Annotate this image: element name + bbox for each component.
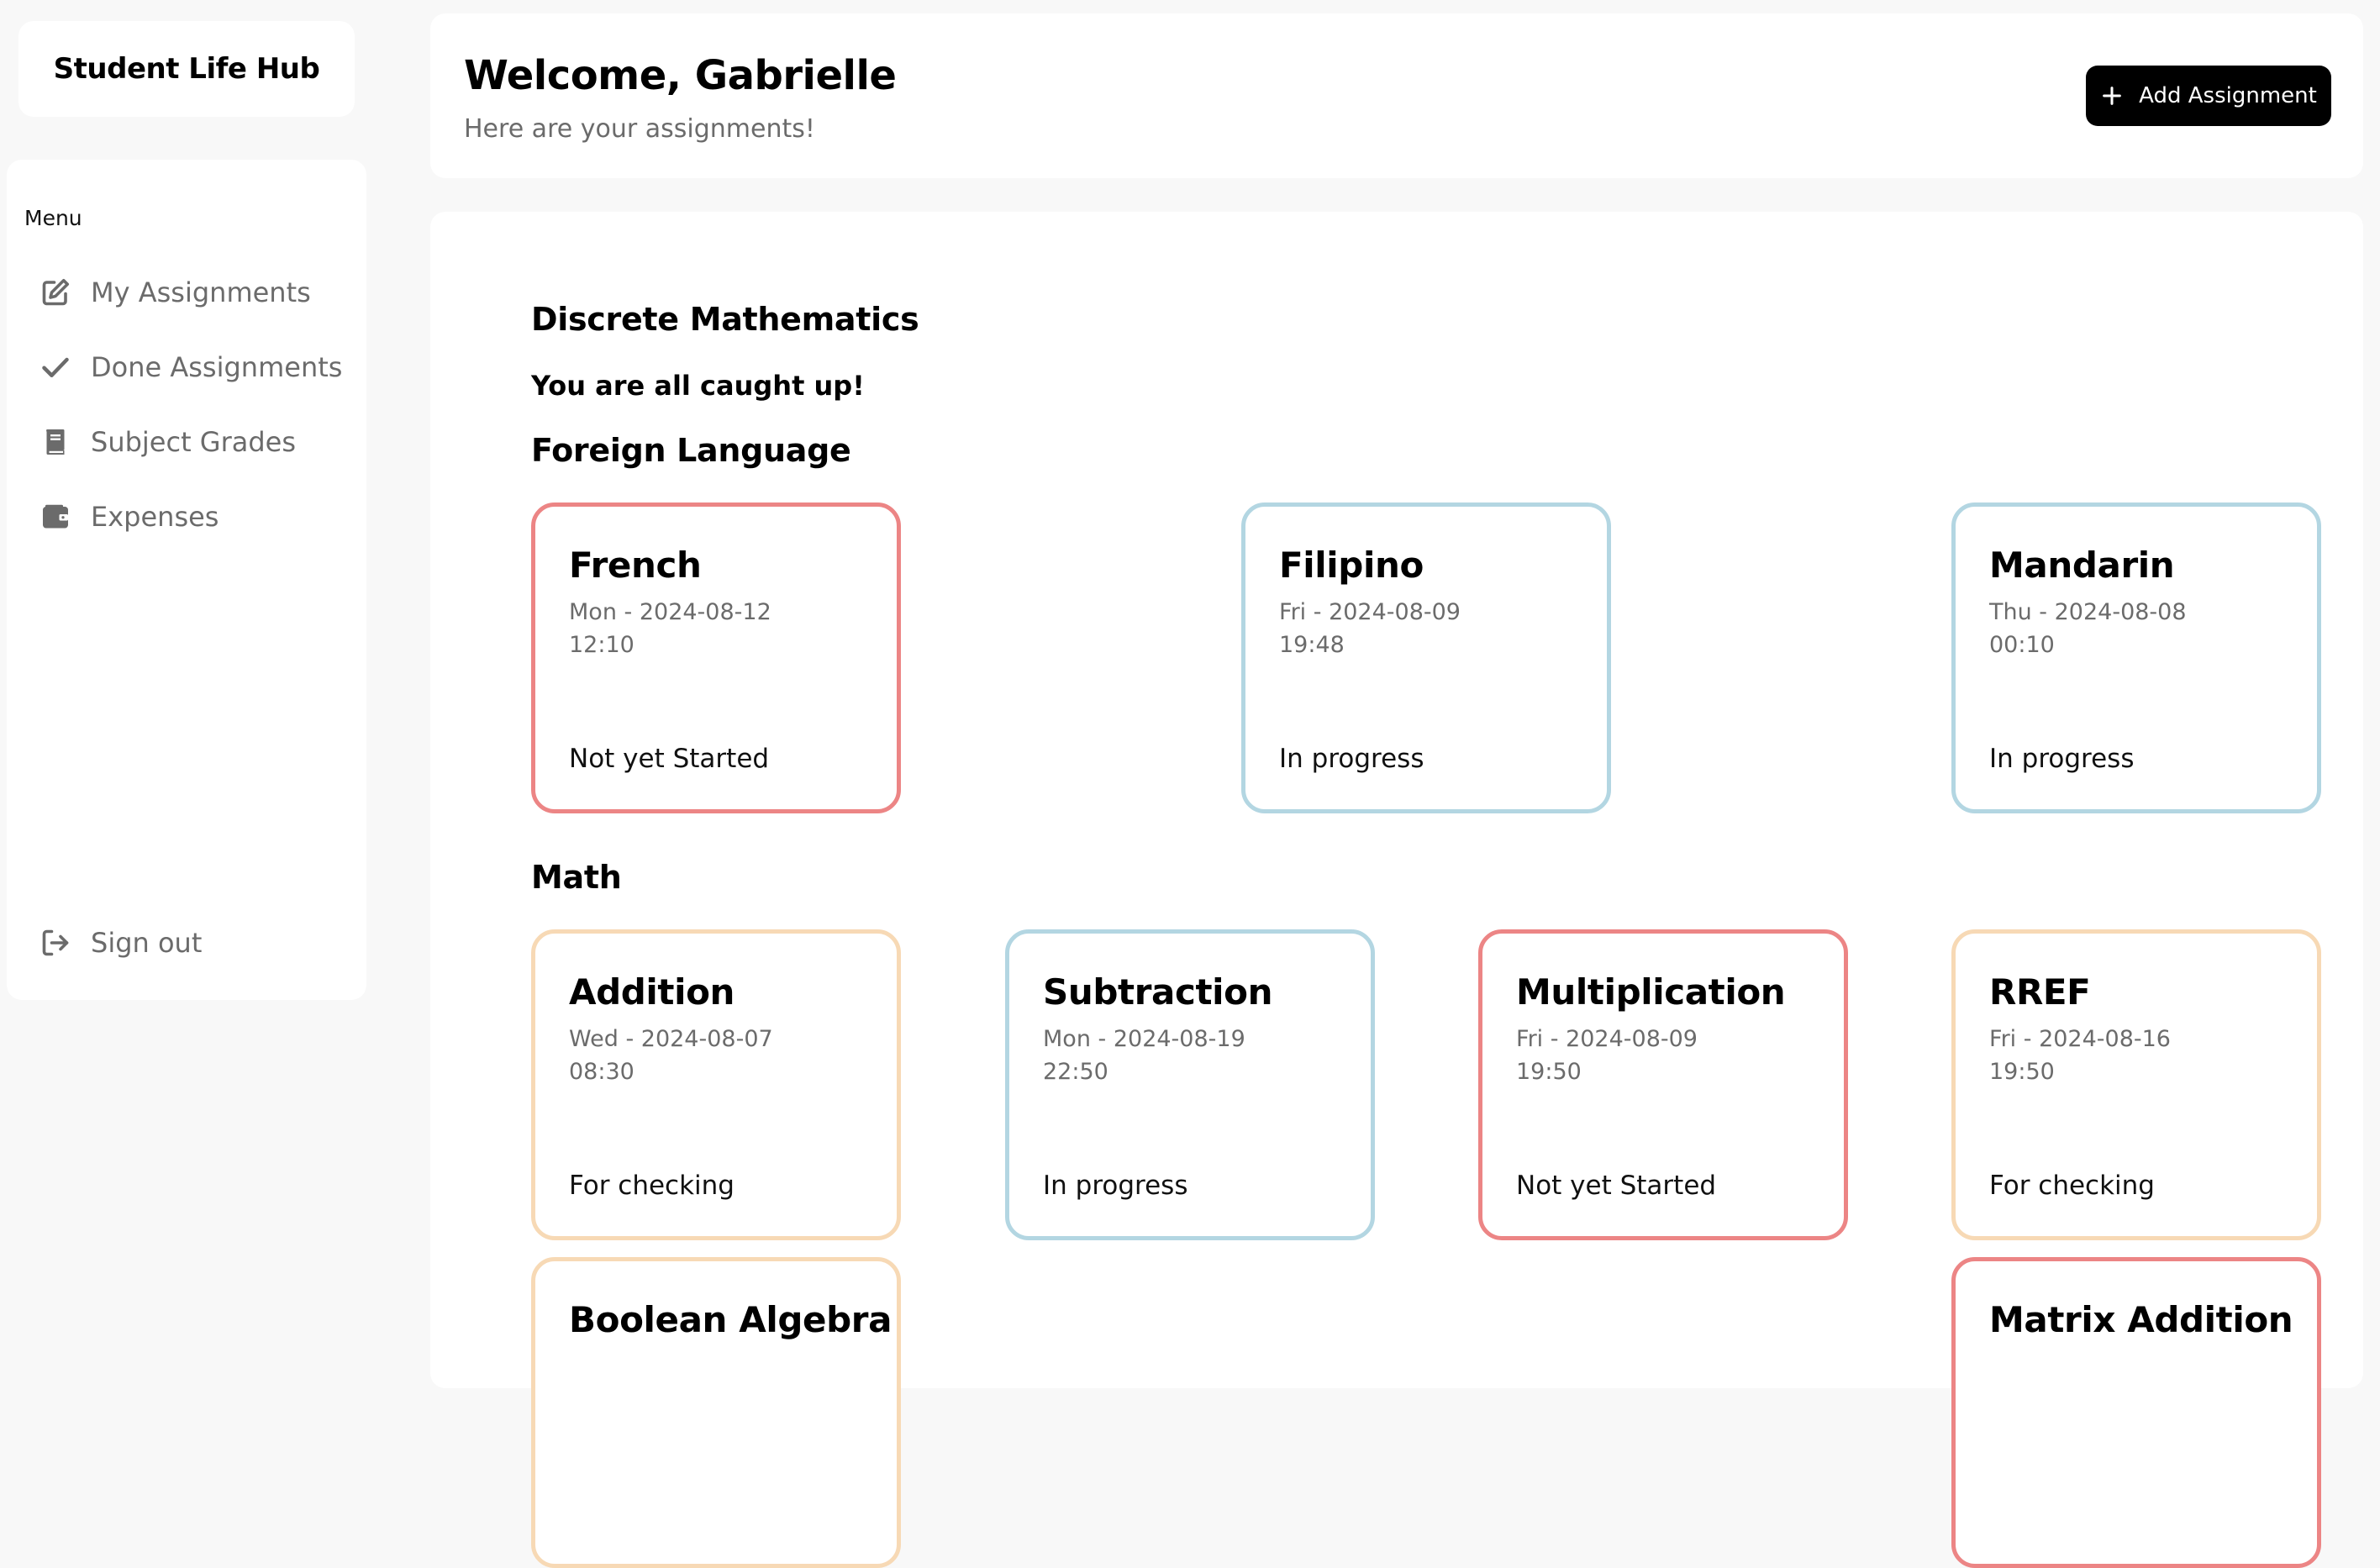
sidebar-item-done-assignments[interactable]: Done Assignments	[40, 342, 342, 392]
sidebar-item-subject-grades[interactable]: Subject Grades	[40, 417, 296, 467]
assignment-date: Mon - 2024-08-12	[569, 599, 771, 625]
assignment-time: 22:50	[1043, 1059, 1108, 1085]
page-title: Welcome, Gabrielle	[464, 52, 897, 99]
assignment-title: Multiplication	[1516, 971, 1786, 1013]
subject-title: Math	[531, 859, 622, 896]
assignment-card[interactable]: Filipino Fri - 2024-08-09 19:48 In progr…	[1241, 502, 1611, 813]
add-assignment-label: Add Assignment	[2139, 83, 2317, 108]
assignment-time: 12:10	[569, 632, 634, 658]
sidebar-item-label: Subject Grades	[91, 426, 297, 458]
assignment-status: In progress	[1279, 744, 1424, 774]
subject-title: Discrete Mathematics	[531, 301, 919, 338]
assignment-due: Fri - 2024-08-09 19:50	[1516, 1023, 1819, 1088]
assignment-card[interactable]: Boolean Algebra	[531, 1257, 901, 1568]
assignment-due: Fri - 2024-08-09 19:48	[1279, 596, 1582, 661]
sidebar-item-expenses[interactable]: Expenses	[40, 492, 219, 542]
assignment-date: Fri - 2024-08-09	[1279, 599, 1461, 625]
app-title: Student Life Hub	[18, 21, 355, 117]
menu-label: Menu	[24, 206, 82, 230]
assignments-panel: Discrete Mathematics You are all caught …	[430, 212, 2363, 1568]
assignment-title: Mandarin	[1989, 545, 2175, 586]
assignment-title: Boolean Algebra	[569, 1299, 893, 1340]
sidebar-item-label: Expenses	[91, 501, 219, 533]
assignment-date: Fri - 2024-08-16	[1989, 1026, 2171, 1052]
sidebar-item-label: My Assignments	[91, 276, 311, 308]
assignment-due: Mon - 2024-08-19 22:50	[1043, 1023, 1345, 1088]
sidebar: Menu My Assignments Done Assignments Sub…	[7, 160, 366, 1000]
assignment-status: In progress	[1989, 744, 2135, 774]
empty-message: You are all caught up!	[531, 370, 865, 402]
sign-out-button[interactable]: Sign out	[40, 918, 202, 968]
assignment-title: Matrix Addition	[1989, 1299, 2293, 1340]
assignment-status: Not yet Started	[569, 744, 770, 774]
assignment-due: Thu - 2024-08-08 00:10	[1989, 596, 2292, 661]
assignment-time: 08:30	[569, 1059, 634, 1085]
sidebar-item-my-assignments[interactable]: My Assignments	[40, 267, 311, 318]
assignment-time: 19:50	[1989, 1059, 2055, 1085]
assignment-title: French	[569, 545, 702, 586]
assignment-date: Wed - 2024-08-07	[569, 1026, 773, 1052]
assignment-status: For checking	[1989, 1171, 2155, 1201]
assignment-card[interactable]: French Mon - 2024-08-12 12:10 Not yet St…	[531, 502, 901, 813]
plus-icon	[2103, 87, 2122, 105]
assignment-due: Wed - 2024-08-07 08:30	[569, 1023, 871, 1088]
sidebar-item-label: Done Assignments	[91, 351, 343, 383]
assignment-card[interactable]: Mandarin Thu - 2024-08-08 00:10 In progr…	[1951, 502, 2321, 813]
assignment-title: Filipino	[1279, 545, 1424, 586]
wallet-icon	[43, 504, 68, 529]
assignment-date: Fri - 2024-08-09	[1516, 1026, 1698, 1052]
assignment-due: Mon - 2024-08-12 12:10	[569, 596, 871, 661]
assignment-title: Addition	[569, 971, 735, 1013]
assignment-card[interactable]: Multiplication Fri - 2024-08-09 19:50 No…	[1478, 929, 1848, 1240]
assignment-time: 19:48	[1279, 632, 1345, 658]
book-icon	[46, 429, 65, 455]
assignment-card[interactable]: Addition Wed - 2024-08-07 08:30 For chec…	[531, 929, 901, 1240]
page-subtitle: Here are your assignments!	[464, 114, 815, 144]
subject-title: Foreign Language	[531, 432, 851, 469]
sign-out-icon	[42, 929, 69, 956]
sign-out-label: Sign out	[91, 927, 203, 959]
page-header: Welcome, Gabrielle Here are your assignm…	[430, 13, 2363, 178]
assignment-due: Fri - 2024-08-16 19:50	[1989, 1023, 2292, 1088]
assignment-time: 00:10	[1989, 632, 2055, 658]
add-assignment-button[interactable]: Add Assignment	[2086, 66, 2331, 126]
assignment-card[interactable]: RREF Fri - 2024-08-16 19:50 For checking	[1951, 929, 2321, 1240]
assignment-date: Mon - 2024-08-19	[1043, 1026, 1245, 1052]
assignment-date: Thu - 2024-08-08	[1989, 599, 2187, 625]
assignment-card[interactable]: Subtraction Mon - 2024-08-19 22:50 In pr…	[1005, 929, 1375, 1240]
assignment-title: Subtraction	[1043, 971, 1273, 1013]
assignment-time: 19:50	[1516, 1059, 1582, 1085]
assignment-status: For checking	[569, 1171, 735, 1201]
assignment-title: RREF	[1989, 971, 2091, 1013]
check-icon	[42, 357, 69, 377]
assignment-card[interactable]: Matrix Addition	[1951, 1257, 2321, 1568]
assignment-status: In progress	[1043, 1171, 1188, 1201]
edit-icon	[42, 278, 70, 306]
assignment-status: Not yet Started	[1516, 1171, 1717, 1201]
